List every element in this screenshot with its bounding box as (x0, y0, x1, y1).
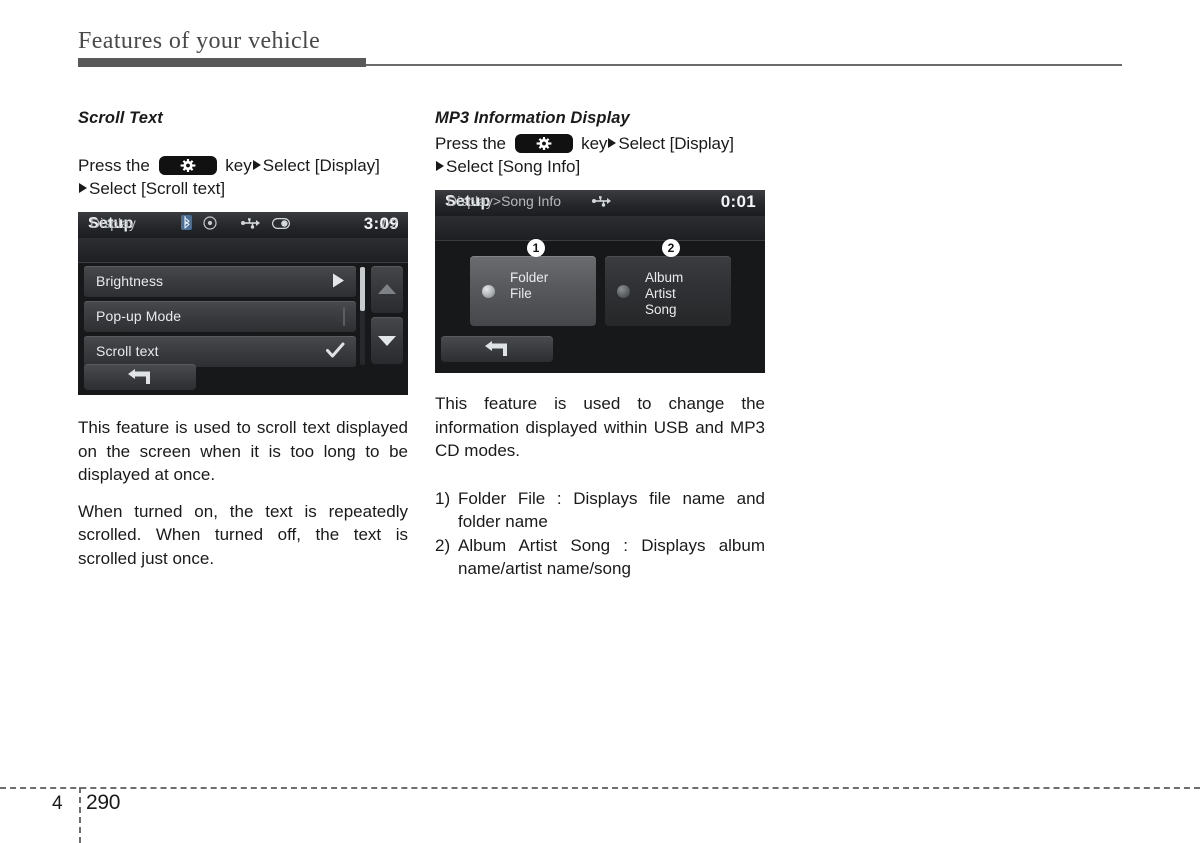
footer-chapter-number: 4 (52, 793, 63, 814)
headunit-breadcrumb: Display>Song Info (447, 193, 562, 209)
device-icon (272, 216, 290, 234)
bluetooth-icon (181, 215, 192, 235)
option-label-line: Song (645, 302, 677, 317)
list-item-marker: 1) (435, 488, 451, 508)
option-label-line: Album (645, 270, 684, 285)
option-button-folder-file[interactable]: Folder File (470, 256, 596, 326)
list-item-label: Brightness (96, 273, 164, 289)
headunit-status-icons (181, 215, 290, 235)
callout-marker-1: 1 (527, 239, 545, 257)
list-item-scroll-text[interactable]: Scroll text (84, 336, 356, 367)
instruction-line-2: Select [Scroll text] (78, 177, 408, 200)
footer-vertical-rule (79, 787, 81, 843)
paragraph-scroll-text-behavior: When turned on, the text is repeatedly s… (78, 501, 408, 568)
list-item: 1) Folder File : Displays file name and … (435, 487, 765, 534)
headunit-status-icons (592, 194, 611, 212)
list-item-label: Scroll text (96, 343, 159, 359)
instruction-mid: key (225, 156, 252, 175)
headunit-sub-bar (78, 238, 408, 263)
headunit-screenshot-display-settings: Setup 3:09 Display 1/2 Brightness Pop-up… (78, 212, 408, 395)
option-label-lines: Album Artist Song (645, 270, 683, 318)
checkbox-empty-icon[interactable] (343, 307, 345, 326)
instruction-line-1: Press the key Select [Display] (435, 132, 765, 155)
headunit-screenshot-song-info: Setup 0:01 Display>Song Info Folder File… (435, 190, 765, 373)
step-arrow-icon (436, 161, 444, 171)
page-header: Features of your vehicle (78, 26, 1122, 70)
footer-horizontal-rule (0, 787, 1200, 789)
list-item-label: Pop-up Mode (96, 308, 182, 324)
arrow-right-icon (331, 272, 345, 294)
step-arrow-icon (79, 183, 87, 193)
headunit-breadcrumb: Display (90, 215, 136, 231)
headunit-scrollbar-thumb[interactable] (360, 267, 365, 311)
instruction-line-1: Press the key Select [Display] (78, 154, 408, 177)
right-column: MP3 Information Display Press the key Sel… (435, 108, 765, 581)
page-title: Features of your vehicle (78, 28, 321, 54)
option-label-line: Artist (645, 286, 676, 301)
list-item-text: Folder File : Displays file name and fol… (458, 488, 765, 532)
usb-icon (241, 216, 260, 234)
list-item-brightness[interactable]: Brightness (84, 266, 356, 297)
instruction-line-2: Select [Song Info] (435, 155, 765, 178)
instruction-prefix: Press the (435, 134, 506, 153)
checkmark-icon[interactable] (326, 342, 345, 364)
scroll-down-button[interactable] (371, 317, 403, 364)
callout-marker-2: 2 (662, 239, 680, 257)
disc-icon (203, 215, 217, 235)
instruction-step-1: Select [Display] (262, 156, 380, 175)
section-heading-mp3-information-display: MP3 Information Display (435, 109, 630, 127)
option-label-line: Folder (510, 270, 549, 285)
list-item-popup-mode[interactable]: Pop-up Mode (84, 301, 356, 332)
scroll-up-button[interactable] (371, 266, 403, 313)
instruction-prefix: Press the (78, 156, 150, 175)
paragraph-scroll-text-description: This feature is used to scroll text disp… (78, 418, 408, 484)
header-rule-thin (366, 64, 1122, 66)
list-item: 2) Album Artist Song : Displays album na… (435, 534, 765, 581)
instruction-step-2: Select [Scroll text] (89, 179, 226, 198)
headunit-scrollbar-track[interactable] (360, 267, 365, 365)
radio-button-indicator[interactable] (617, 285, 630, 298)
instruction-step-2: Select [Song Info] (446, 157, 581, 176)
headunit-clock: 0:01 (720, 192, 756, 211)
paragraph-mp3-info-description: This feature is used to change the infor… (435, 394, 765, 460)
section-heading-scroll-text: Scroll Text (78, 109, 163, 127)
gear-key-icon[interactable] (514, 134, 573, 153)
usb-icon (592, 194, 611, 212)
back-button[interactable] (441, 336, 553, 362)
numbered-list: 1) Folder File : Displays file name and … (435, 487, 765, 581)
left-column: Scroll Text Press the key Select [Display… (78, 108, 408, 570)
list-item-text: Album Artist Song : Displays album name/… (458, 535, 765, 579)
step-arrow-icon (608, 138, 617, 148)
headunit-settings-list: Brightness Pop-up Mode Scroll text (84, 266, 356, 371)
instruction-step-1: Select [Display] (618, 134, 734, 153)
option-label-lines: Folder File (510, 270, 548, 302)
gear-key-icon[interactable] (158, 156, 217, 175)
step-arrow-icon (252, 160, 261, 170)
back-button[interactable] (84, 364, 196, 390)
radio-button-indicator[interactable] (482, 285, 495, 298)
instruction-mid: key (581, 134, 608, 153)
option-label-line: File (510, 286, 532, 301)
footer-page-number: 290 (86, 791, 121, 814)
list-item-marker: 2) (435, 535, 451, 555)
headunit-page-indicator: 1/2 (379, 216, 398, 231)
option-button-album-artist-song[interactable]: Album Artist Song (605, 256, 731, 326)
header-rule-thick (78, 58, 366, 67)
headunit-sub-bar (435, 216, 765, 241)
